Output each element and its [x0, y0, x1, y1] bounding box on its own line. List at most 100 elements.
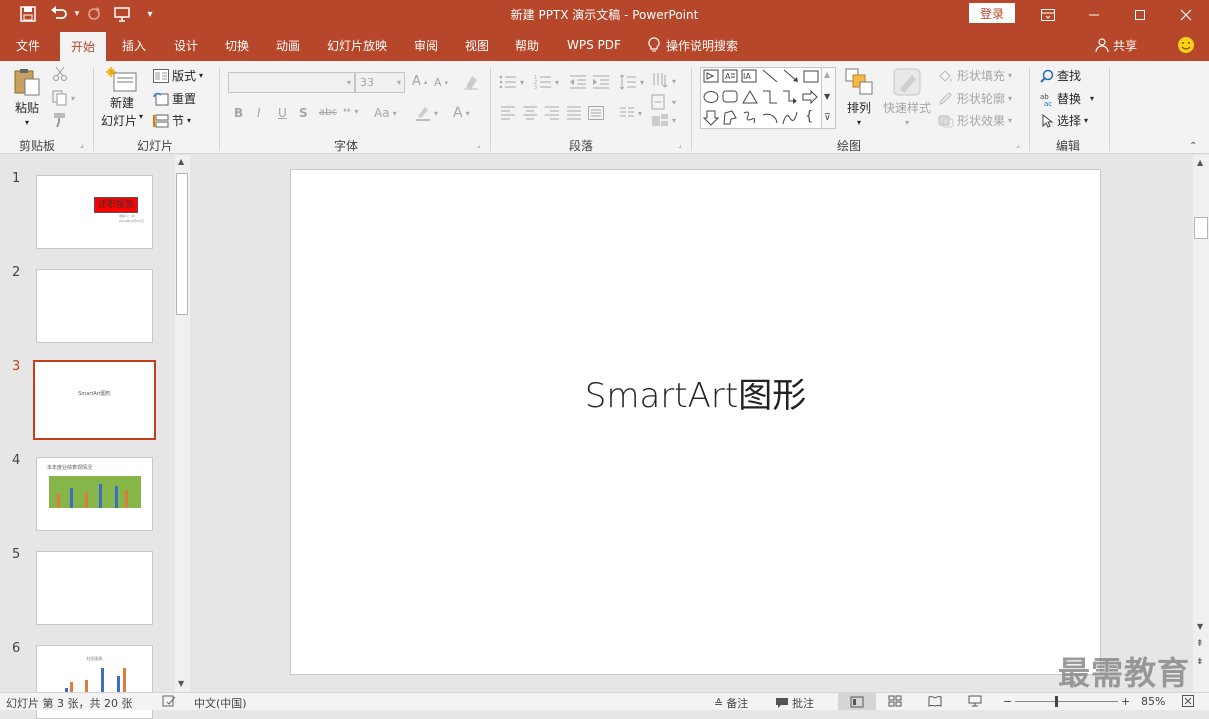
shape-textbox-icon[interactable] [703, 69, 719, 87]
arrange-button[interactable]: 排列 ▾ [845, 67, 873, 127]
undo-dropdown-icon[interactable]: ▾ [72, 4, 82, 24]
slide-scrollbar[interactable]: ▲ ▼ ⇞ ⇟ [1193, 155, 1209, 692]
new-slide-button[interactable]: 新建 幻灯片 ▾ [101, 67, 143, 129]
zoom-slider-thumb[interactable] [1055, 696, 1058, 707]
shape-line-icon[interactable] [762, 69, 778, 87]
smartart-convert-icon[interactable]: ▾ [651, 112, 676, 128]
tab-file[interactable]: 文件 [16, 29, 40, 61]
save-icon[interactable] [18, 4, 38, 24]
shapes-gallery-scroll[interactable]: ▲ ▼ ⊽ [822, 67, 836, 129]
notes-button[interactable]: ≙ 备注 [714, 695, 748, 711]
scroll-down-icon[interactable]: ▼ [1197, 622, 1203, 631]
copy-icon[interactable]: ▾ [52, 90, 75, 106]
shape-freeform-icon[interactable] [722, 110, 738, 130]
line-spacing-icon[interactable]: ▾ [619, 74, 644, 90]
redo-icon[interactable] [84, 4, 104, 24]
scrollbar-thumb[interactable] [1194, 217, 1208, 239]
shape-right-arrow-icon[interactable] [802, 89, 818, 108]
shape-effects-button[interactable]: 形状效果 ▾ [938, 112, 1012, 129]
underline-button[interactable]: U [278, 106, 287, 120]
shadow-button[interactable]: S [299, 106, 308, 120]
reading-view-icon[interactable] [928, 695, 942, 707]
tab-help[interactable]: 帮助 [515, 29, 539, 61]
ribbon-display-icon[interactable] [1025, 0, 1071, 29]
columns-icon[interactable]: ▾ [619, 106, 642, 120]
find-button[interactable]: 查找 [1040, 67, 1081, 84]
shape-rectangle-icon[interactable] [803, 70, 819, 88]
format-painter-icon[interactable] [52, 112, 68, 128]
shape-arrow-line-icon[interactable] [783, 69, 799, 87]
collapse-ribbon-icon[interactable]: ⌃ [1189, 141, 1197, 152]
shape-elbow-arrow-icon[interactable] [782, 90, 798, 108]
italic-button[interactable]: I [257, 106, 261, 120]
shape-outline-button[interactable]: 形状轮廓 ▾ [938, 90, 1012, 107]
zoom-level[interactable]: 85% [1141, 695, 1165, 708]
gallery-more-icon[interactable]: ⊽ [824, 113, 831, 123]
slide-thumbnail-2[interactable] [36, 269, 153, 343]
zoom-slider-track[interactable] [1015, 701, 1118, 702]
scroll-up-icon[interactable]: ▲ [178, 157, 184, 166]
shape-rounded-rectangle-icon[interactable] [722, 90, 738, 108]
clear-format-icon[interactable] [463, 74, 479, 90]
tab-wps-pdf[interactable]: WPS PDF [567, 29, 621, 61]
scrollbar-thumb[interactable] [176, 173, 188, 315]
text-direction-icon[interactable]: ▾ [651, 72, 676, 90]
slide-text[interactable]: SmartArt图形 [291, 368, 1100, 417]
justify-icon[interactable] [566, 106, 582, 120]
language-indicator[interactable]: 中文(中国) [194, 695, 247, 711]
decrease-indent-icon[interactable] [569, 74, 587, 90]
align-left-icon[interactable] [500, 106, 516, 120]
spell-check-icon[interactable] [162, 695, 176, 707]
minimize-icon[interactable] [1071, 0, 1117, 29]
tab-design[interactable]: 设计 [174, 29, 198, 61]
shape-brace-icon[interactable]: { [805, 109, 813, 124]
section-button[interactable]: 节 ▾ [153, 112, 191, 129]
paragraph-launcher-icon[interactable]: ⌟ [678, 140, 682, 149]
shape-scribble-icon[interactable] [742, 110, 758, 130]
layout-button[interactable]: 版式 ▾ [153, 67, 203, 84]
change-case-button[interactable]: Aa ▾ [374, 106, 397, 120]
normal-view-icon[interactable] [838, 693, 876, 710]
login-button[interactable]: 登录 [969, 3, 1015, 23]
highlight-icon[interactable]: ▾ [415, 105, 438, 121]
shape-arc-icon[interactable] [762, 110, 778, 130]
font-color-icon[interactable]: A ▾ [453, 105, 470, 121]
clipboard-launcher-icon[interactable]: ⌟ [80, 140, 84, 149]
tab-slideshow[interactable]: 幻灯片放映 [327, 29, 387, 61]
scroll-up-icon[interactable]: ▲ [1197, 158, 1203, 167]
quick-styles-button[interactable]: 快速样式 ▾ [883, 67, 931, 127]
zoom-out-icon[interactable]: − [1003, 695, 1012, 708]
customize-qat-icon[interactable]: ▾ [144, 4, 156, 24]
tab-insert[interactable]: 插入 [122, 29, 146, 61]
shape-elbow-connector-icon[interactable] [762, 90, 778, 108]
tab-transitions[interactable]: 切换 [225, 29, 249, 61]
decrease-font-icon[interactable]: A ▾ [434, 76, 448, 89]
slide-sorter-icon[interactable] [888, 695, 902, 707]
slide-thumbnail-4[interactable]: 本年度业绩表现情况 [36, 457, 153, 531]
font-launcher-icon[interactable]: ⌟ [477, 140, 481, 149]
slide-thumbnail-5[interactable] [36, 551, 153, 625]
distributed-icon[interactable] [588, 106, 604, 120]
tab-view[interactable]: 视图 [465, 29, 489, 61]
shape-fill-button[interactable]: 形状填充 ▾ [938, 67, 1012, 84]
fit-to-window-icon[interactable] [1182, 695, 1194, 707]
numbering-icon[interactable]: 1 2 3 ▾ [534, 74, 559, 90]
comments-button[interactable]: 批注 [775, 695, 814, 711]
shape-textbox-vertical-icon[interactable]: IA [741, 69, 757, 87]
increase-indent-icon[interactable] [592, 74, 610, 90]
align-center-icon[interactable] [522, 106, 538, 120]
slide-thumbnail-3[interactable]: SmartArt图形 [33, 360, 156, 440]
increase-font-icon[interactable]: A ▴ [412, 74, 427, 89]
chevron-up-icon[interactable]: ▲ [824, 70, 830, 79]
chevron-down-icon[interactable]: ▼ [824, 92, 830, 101]
slideshow-view-icon[interactable] [968, 695, 982, 707]
bullets-icon[interactable]: ▾ [499, 74, 524, 90]
slideshow-from-start-icon[interactable] [112, 4, 134, 24]
reset-button[interactable]: 重置 [153, 90, 196, 107]
smiley-feedback-icon[interactable] [1177, 29, 1195, 61]
shapes-gallery[interactable]: A IA { [700, 67, 822, 129]
shape-down-arrow-icon[interactable] [702, 110, 720, 130]
zoom-in-icon[interactable]: + [1121, 695, 1130, 708]
tab-home[interactable]: 开始 [60, 32, 107, 61]
close-icon[interactable] [1163, 0, 1209, 29]
